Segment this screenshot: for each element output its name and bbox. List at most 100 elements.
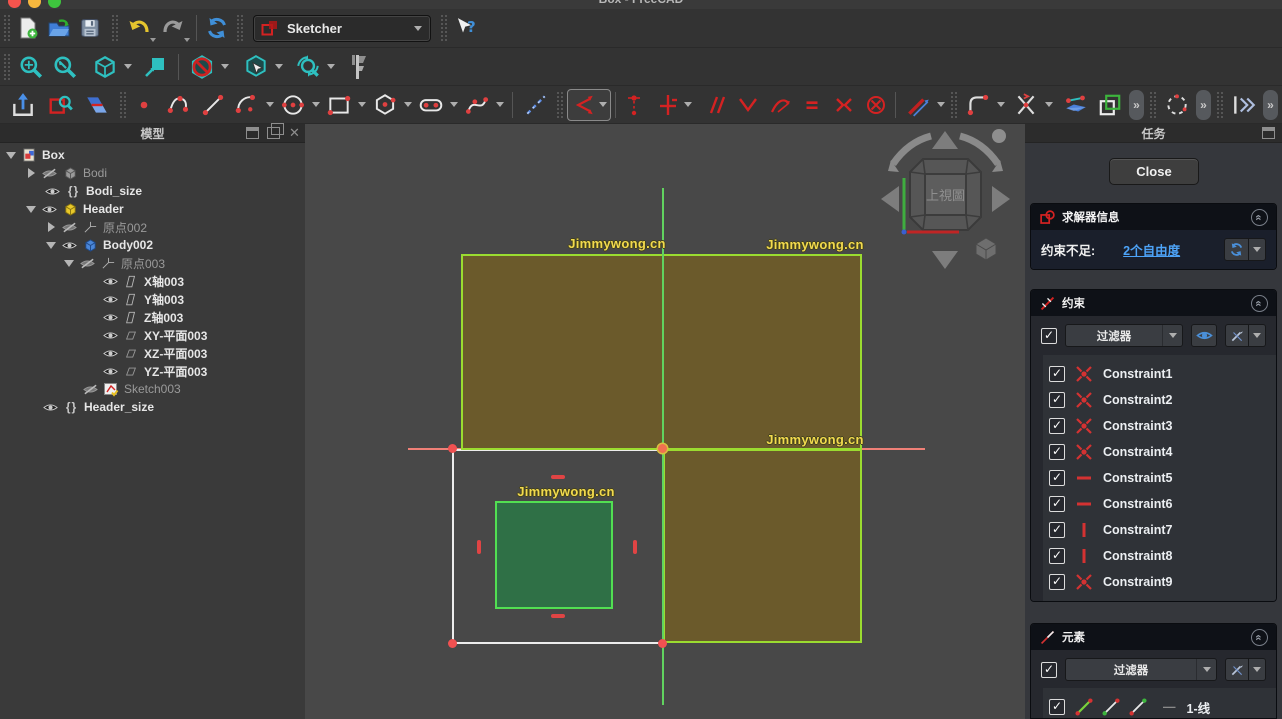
constraint-row[interactable]: Constraint5	[1049, 465, 1276, 491]
visibility-hidden-icon[interactable]	[82, 381, 98, 397]
vertical-constraint-mark[interactable]	[477, 540, 481, 554]
visibility-visible-icon[interactable]	[102, 345, 118, 361]
3d-viewport[interactable]: Jimmywong.cn Jimmywong.cn Jimmywong.cn J…	[305, 124, 1025, 719]
constrain-block-icon[interactable]	[862, 90, 890, 120]
panel-float-icon[interactable]	[267, 127, 280, 139]
toolbar-handle[interactable]	[951, 92, 957, 118]
fit-all-icon[interactable]	[14, 52, 48, 82]
sync-view-dropdown-arrow[interactable]	[325, 52, 337, 82]
constrain-parallel-icon[interactable]	[700, 90, 728, 120]
constraint-row[interactable]: Constraint9	[1049, 569, 1276, 595]
save-document-icon[interactable]	[76, 13, 104, 43]
close-window-button[interactable]	[8, 0, 21, 8]
axonometric-dropdown-arrow[interactable]	[122, 52, 134, 82]
tree-item-xyplane[interactable]: XY-平面003	[0, 326, 305, 344]
tree-item-yaxis[interactable]: Y轴003	[0, 290, 305, 308]
fillet-icon[interactable]	[961, 90, 995, 120]
set-view-icon[interactable]	[138, 52, 172, 82]
panel-close-icon[interactable]: ✕	[288, 127, 301, 139]
carbon-copy-icon[interactable]	[1093, 90, 1127, 120]
constrain-distance-icon[interactable]	[901, 90, 935, 120]
fillet-dropdown-arrow[interactable]	[995, 90, 1007, 120]
pan-left-arrow[interactable]	[881, 186, 899, 212]
solver-refresh-dropdown[interactable]	[1249, 238, 1266, 261]
polygon-dropdown-arrow[interactable]	[402, 90, 414, 120]
tree-item-header[interactable]: Header	[0, 200, 305, 218]
constraint-checkbox[interactable]	[1049, 522, 1065, 538]
create-line-icon[interactable]	[196, 90, 230, 120]
trim-icon[interactable]	[1009, 90, 1043, 120]
collapse-arrow-icon[interactable]	[46, 222, 56, 232]
constraint-checkbox[interactable]	[1049, 574, 1065, 590]
constraint-checkbox[interactable]	[1049, 470, 1065, 486]
elements-settings-dropdown[interactable]	[1249, 658, 1266, 681]
constraint-row[interactable]: Constraint6	[1049, 491, 1276, 517]
element-row[interactable]: — 1-线	[1049, 694, 1276, 719]
circle-dropdown-arrow[interactable]	[310, 90, 322, 120]
visibility-hidden-icon[interactable]	[61, 219, 77, 235]
create-arc-icon[interactable]	[230, 90, 264, 120]
filter-dropdown-arrow[interactable]	[1196, 659, 1216, 680]
collapse-chevron-icon[interactable]: »	[1251, 629, 1268, 646]
constrain-coincident-icon[interactable]	[620, 90, 648, 120]
toolbar-overflow-button[interactable]: »	[1129, 90, 1144, 120]
tree-item-header-size[interactable]: { } Header_size	[0, 398, 305, 416]
expand-arrow-icon[interactable]	[6, 150, 16, 160]
navigation-cube[interactable]: 上視圖	[873, 126, 1018, 276]
origin-point[interactable]	[658, 444, 667, 453]
constraint-row[interactable]: Constraint4	[1049, 439, 1276, 465]
visibility-visible-icon[interactable]	[102, 291, 118, 307]
open-document-icon[interactable]	[42, 13, 76, 43]
measure-icon[interactable]	[345, 52, 373, 82]
create-bspline-icon[interactable]	[460, 90, 494, 120]
create-point-icon[interactable]	[130, 90, 158, 120]
constraints-filter-dropdown[interactable]: 过滤器	[1065, 324, 1183, 347]
tree-item-bodi-size[interactable]: { } Bodi_size	[0, 182, 305, 200]
filter-dropdown-arrow[interactable]	[1162, 325, 1182, 346]
visibility-hidden-icon[interactable]	[41, 165, 57, 181]
nav-cube-dot[interactable]	[992, 129, 1006, 143]
solid-face-bottom-right[interactable]	[663, 449, 862, 643]
collapse-arrow-icon[interactable]	[26, 168, 36, 178]
visibility-visible-icon[interactable]	[61, 237, 77, 253]
elements-section-header[interactable]: 元素 »	[1031, 624, 1276, 650]
element-checkbox[interactable]	[1049, 699, 1065, 715]
constrain-symmetric-icon[interactable]	[830, 90, 858, 120]
toolbar-overflow-button[interactable]: »	[1263, 90, 1278, 120]
dimension-dropdown-arrow[interactable]	[597, 90, 609, 120]
axonometric-view-icon[interactable]	[88, 52, 122, 82]
view-sketch-icon[interactable]	[44, 90, 78, 120]
tree-item-xzplane[interactable]: XZ-平面003	[0, 344, 305, 362]
whats-this-icon[interactable]: ?	[451, 13, 479, 43]
horizontal-constraint-mark[interactable]	[551, 475, 565, 479]
horizontal-constraint-mark[interactable]	[551, 614, 565, 618]
visibility-visible-icon[interactable]	[42, 399, 58, 415]
show-hide-constraints-button[interactable]	[1191, 324, 1217, 347]
arc-dropdown-arrow[interactable]	[264, 90, 276, 120]
slot-dropdown-arrow[interactable]	[448, 90, 460, 120]
visibility-hidden-icon[interactable]	[79, 255, 95, 271]
expand-arrow-icon[interactable]	[64, 258, 74, 268]
viewport-select-icon[interactable]	[239, 52, 273, 82]
leave-sketch-icon[interactable]	[6, 90, 40, 120]
workbench-dropdown-arrow[interactable]	[412, 13, 424, 43]
viewport-select-dropdown-arrow[interactable]	[273, 52, 285, 82]
tree-item-sketch003[interactable]: Sketch003	[0, 380, 305, 398]
tree-item-zaxis[interactable]: Z轴003	[0, 308, 305, 326]
vertical-constraint-mark[interactable]	[633, 540, 637, 554]
constraints-settings-button[interactable]	[1225, 324, 1249, 347]
constraints-section-header[interactable]: 约束 »	[1031, 290, 1276, 316]
undo-icon[interactable]	[122, 13, 156, 43]
close-task-button[interactable]: Close	[1109, 158, 1199, 185]
new-document-icon[interactable]	[14, 13, 42, 43]
toolbar-handle[interactable]	[4, 54, 10, 80]
visibility-visible-icon[interactable]	[102, 273, 118, 289]
solver-section-header[interactable]: 求解器信息 »	[1031, 204, 1276, 230]
trim-dropdown-arrow[interactable]	[1043, 90, 1055, 120]
external-geometry-icon[interactable]	[1059, 90, 1093, 120]
bspline-dropdown-arrow[interactable]	[494, 90, 506, 120]
toolbar-handle[interactable]	[112, 15, 118, 41]
constrain-horizontal-vertical-icon[interactable]	[654, 90, 682, 120]
constrain-perpendicular-icon[interactable]	[734, 90, 762, 120]
toolbar-handle[interactable]	[1150, 92, 1156, 118]
